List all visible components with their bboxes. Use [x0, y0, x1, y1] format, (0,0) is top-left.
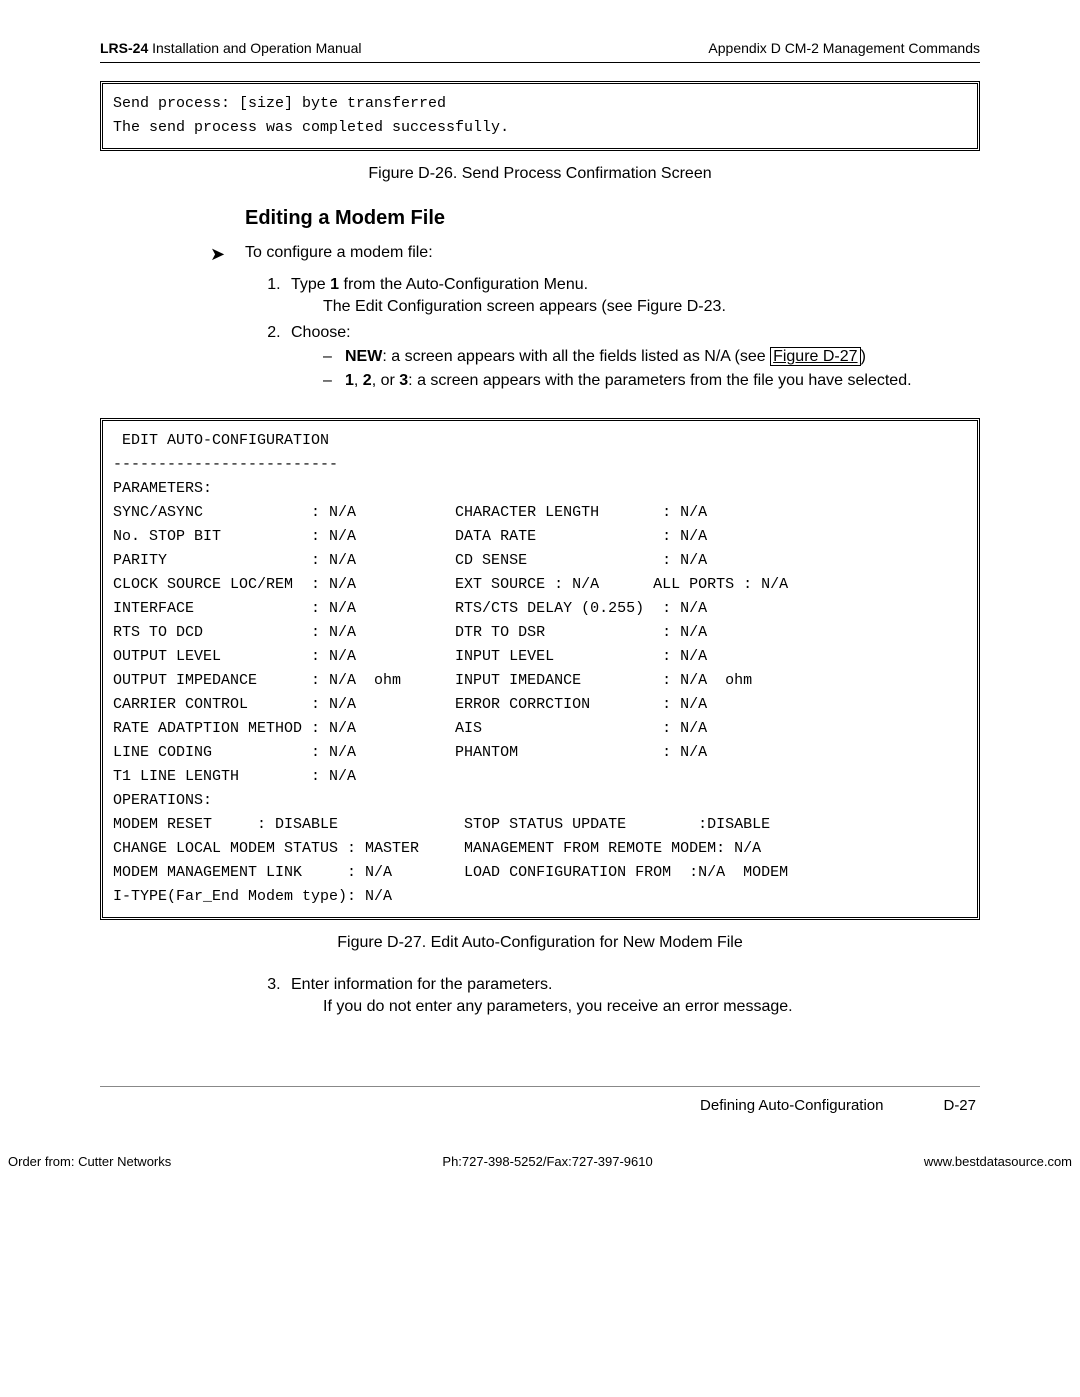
steps-list-cont: Enter information for the parameters. If… [285, 976, 980, 1016]
step1-sub-a: The Edit Configuration screen appears (s… [323, 298, 637, 315]
header-right: Appendix D CM-2 Management Commands [708, 40, 980, 56]
param-row-8: CARRIER CONTROL : N/A ERROR CORRCTION : … [113, 696, 707, 713]
param-row-4: INTERFACE : N/A RTS/CTS DELAY (0.255) : … [113, 600, 707, 617]
step3-sub: If you do not enter any parameters, you … [323, 998, 980, 1016]
ops-row-2: MODEM MANAGEMENT LINK : N/A LOAD CONFIGU… [113, 864, 788, 881]
figure-d27-link[interactable]: Figure D-27 [770, 347, 860, 366]
ops-row-0: MODEM RESET : DISABLE STOP STATUS UPDATE… [113, 816, 770, 833]
step1-a: Type [291, 276, 330, 293]
footer-page-number: D-27 [943, 1097, 976, 1114]
bottom-bar: Order from: Cutter Networks Ph:727-398-5… [0, 1134, 1080, 1175]
step3-text: Enter information for the parameters. [291, 976, 552, 993]
step1-b: from the Auto-Configuration Menu. [339, 276, 588, 293]
send-line-2: The send process was completed successfu… [113, 119, 509, 136]
opt-1: 1 [345, 372, 354, 389]
param-row-0: SYNC/ASYNC : N/A CHARACTER LENGTH : N/A [113, 504, 707, 521]
section-title: Editing a Modem File [245, 207, 980, 230]
param-row-6: OUTPUT LEVEL : N/A INPUT LEVEL : N/A [113, 648, 707, 665]
step1-bold: 1 [330, 276, 339, 293]
procedure-lead-text: To configure a modem file: [245, 244, 433, 262]
terminal-box-edit-config: EDIT AUTO-CONFIGURATION ----------------… [100, 418, 980, 920]
manual-title: Installation and Operation Manual [148, 40, 361, 56]
order-from: Order from: Cutter Networks [8, 1154, 171, 1169]
step-3: Enter information for the parameters. If… [285, 976, 980, 1016]
box2-underline: ------------------------- [113, 456, 338, 473]
opt-s2: , or [372, 372, 400, 389]
box2-ops-label: OPERATIONS: [113, 792, 212, 809]
param-row-11: T1 LINE LENGTH : N/A [113, 768, 356, 785]
header-left: LRS-24 Installation and Operation Manual [100, 40, 361, 56]
param-row-7: OUTPUT IMPEDANCE : N/A ohm INPUT IMEDANC… [113, 672, 752, 689]
param-row-1: No. STOP BIT : N/A DATA RATE : N/A [113, 528, 707, 545]
step-1: Type 1 from the Auto-Configuration Menu.… [285, 276, 980, 316]
step2-option-123: 1, 2, or 3: a screen appears with the pa… [323, 372, 980, 390]
opt-2: 2 [363, 372, 372, 389]
page-header: LRS-24 Installation and Operation Manual… [100, 40, 980, 63]
figure-d27-caption: Figure D-27. Edit Auto-Configuration for… [100, 934, 980, 952]
step1-sub: The Edit Configuration screen appears (s… [323, 298, 980, 316]
terminal-box-send: Send process: [size] byte transferred Th… [100, 81, 980, 151]
step2-option-new: NEW: a screen appears with all the field… [323, 348, 980, 366]
steps-list: Type 1 from the Auto-Configuration Menu.… [285, 276, 980, 390]
figure-d23-ref: Figure D-23 [637, 298, 721, 315]
box2-params-label: PARAMETERS: [113, 480, 212, 497]
opt-new-tail: ) [861, 348, 866, 365]
opt-3: 3 [399, 372, 408, 389]
param-row-5: RTS TO DCD : N/A DTR TO DSR : N/A [113, 624, 707, 641]
phone-fax: Ph:727-398-5252/Fax:727-397-9610 [442, 1154, 652, 1169]
footer-line: Defining Auto-Configuration D-27 [100, 1097, 980, 1114]
param-row-2: PARITY : N/A CD SENSE : N/A [113, 552, 707, 569]
opt-123-rest: : a screen appears with the parameters f… [408, 372, 911, 389]
arrow-icon: ➤ [210, 244, 245, 266]
ops-row-1: CHANGE LOCAL MODEM STATUS : MASTER MANAG… [113, 840, 761, 857]
footer-rule [100, 1086, 980, 1087]
param-row-3: CLOCK SOURCE LOC/REM : N/A EXT SOURCE : … [113, 576, 788, 593]
opt-new-label: NEW [345, 348, 382, 365]
step2-text: Choose: [291, 324, 351, 341]
footer-section-name: Defining Auto-Configuration [700, 1097, 883, 1114]
opt-s1: , [354, 372, 363, 389]
product-code: LRS-24 [100, 40, 148, 56]
website-url: www.bestdatasource.com [924, 1154, 1072, 1169]
ops-row-3: I-TYPE(Far_End Modem type): N/A [113, 888, 392, 905]
opt-new-rest: : a screen appears with all the fields l… [382, 348, 770, 365]
step-2: Choose: NEW: a screen appears with all t… [285, 324, 980, 390]
param-row-9: RATE ADATPTION METHOD : N/A AIS : N/A [113, 720, 707, 737]
procedure-lead: ➤ To configure a modem file: [210, 244, 980, 266]
step1-sub-b: . [721, 298, 725, 315]
box2-title: EDIT AUTO-CONFIGURATION [113, 432, 329, 449]
step2-options: NEW: a screen appears with all the field… [323, 348, 980, 390]
page-footer: Defining Auto-Configuration D-27 [100, 1086, 980, 1114]
param-row-10: LINE CODING : N/A PHANTOM : N/A [113, 744, 707, 761]
send-line-1: Send process: [size] byte transferred [113, 95, 446, 112]
figure-d26-caption: Figure D-26. Send Process Confirmation S… [100, 165, 980, 183]
